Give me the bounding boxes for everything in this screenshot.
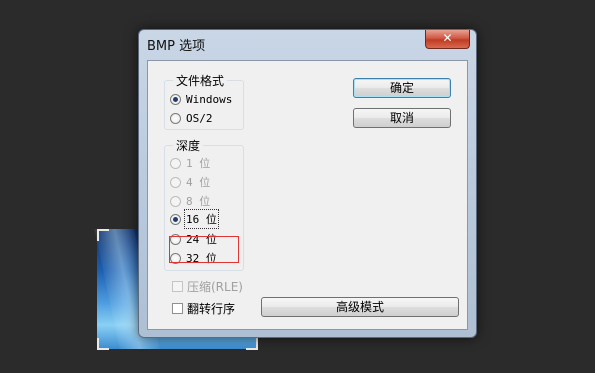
crop-handle-top-left[interactable] [97,229,109,241]
depth-1bit-label: 1 位 [186,157,211,170]
compress-rle-checkbox[interactable] [172,280,183,292]
radio-1bit[interactable] [170,157,181,169]
advanced-mode-button[interactable]: 高级模式 [261,297,459,317]
depth-16bit-option[interactable]: 16 位 [170,209,219,229]
close-button[interactable]: ✕ [425,30,470,49]
depth-1bit-option[interactable]: 1 位 [170,155,210,171]
radio-os2[interactable] [170,112,181,124]
compress-rle-label: 压缩(RLE) [187,279,243,294]
crop-handle-bottom-right[interactable] [246,338,258,350]
depth-label: 深度 [173,137,204,154]
depth-4bit-option[interactable]: 4 位 [170,174,210,190]
flip-row-order-label: 翻转行序 [187,301,236,316]
bmp-options-dialog: BMP 选项 ✕ 文件格式 Windows OS/2 深度 1 位 4 位 8 … [138,29,477,338]
cancel-button[interactable]: 取消 [353,108,451,128]
radio-4bit[interactable] [170,176,181,188]
ok-button[interactable]: 确定 [353,78,451,98]
file-format-label: 文件格式 [173,72,228,89]
file-format-group: 文件格式 Windows OS/2 [164,72,244,130]
crop-handle-bottom-left[interactable] [97,338,109,350]
depth-8bit-option[interactable]: 8 位 [170,193,210,209]
depth-8bit-label: 8 位 [186,195,211,208]
radio-windows[interactable] [170,93,181,105]
depth-4bit-label: 4 位 [186,176,211,189]
flip-row-order-option[interactable]: 翻转行序 [172,300,235,316]
format-windows-option[interactable]: Windows [170,91,232,107]
close-icon: ✕ [442,31,453,45]
format-os2-label: OS/2 [186,111,213,125]
compress-rle-option[interactable]: 压缩(RLE) [172,278,243,294]
dialog-title: BMP 选项 [147,39,206,54]
dialog-client-area: 文件格式 Windows OS/2 深度 1 位 4 位 8 位 16 位 24… [147,60,468,330]
flip-row-order-checkbox[interactable] [172,302,183,314]
format-windows-label: Windows [186,92,233,106]
annotation-highlight-box [169,236,239,263]
radio-16bit[interactable] [170,213,181,225]
radio-8bit[interactable] [170,195,181,207]
format-os2-option[interactable]: OS/2 [170,110,213,126]
depth-16bit-label: 16 位 [184,209,219,229]
